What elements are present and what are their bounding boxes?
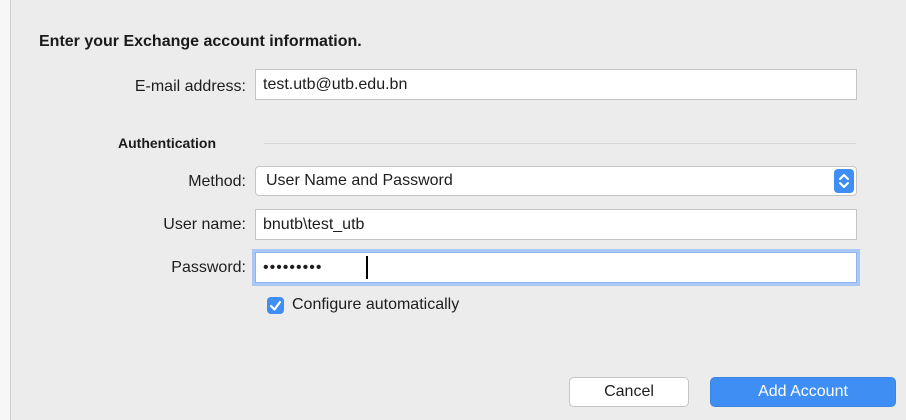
email-field[interactable]: test.utb@utb.edu.bn	[255, 69, 857, 100]
checkmark-icon	[269, 300, 282, 311]
up-down-chevron-icon[interactable]	[834, 169, 854, 193]
section-divider	[264, 143, 856, 144]
authentication-section-title: Authentication	[118, 135, 216, 151]
configure-automatically-checkbox[interactable]	[267, 297, 284, 314]
text-caret	[366, 256, 368, 279]
method-selected-value: User Name and Password	[266, 172, 453, 189]
cancel-button[interactable]: Cancel	[569, 377, 689, 407]
password-label: Password:	[171, 259, 246, 276]
method-select[interactable]: User Name and Password	[255, 166, 857, 196]
email-label: E-mail address:	[134, 78, 246, 95]
exchange-account-dialog: Enter your Exchange account information.…	[10, 0, 906, 420]
method-label: Method:	[188, 173, 246, 190]
username-field[interactable]: bnutb\test_utb	[255, 209, 857, 240]
username-label: User name:	[163, 216, 246, 233]
configure-automatically-label[interactable]: Configure automatically	[292, 296, 459, 314]
add-account-button[interactable]: Add Account	[710, 377, 896, 407]
window-edge	[0, 0, 10, 420]
dialog-heading: Enter your Exchange account information.	[39, 33, 362, 50]
password-field[interactable]: •••••••••	[255, 252, 857, 283]
